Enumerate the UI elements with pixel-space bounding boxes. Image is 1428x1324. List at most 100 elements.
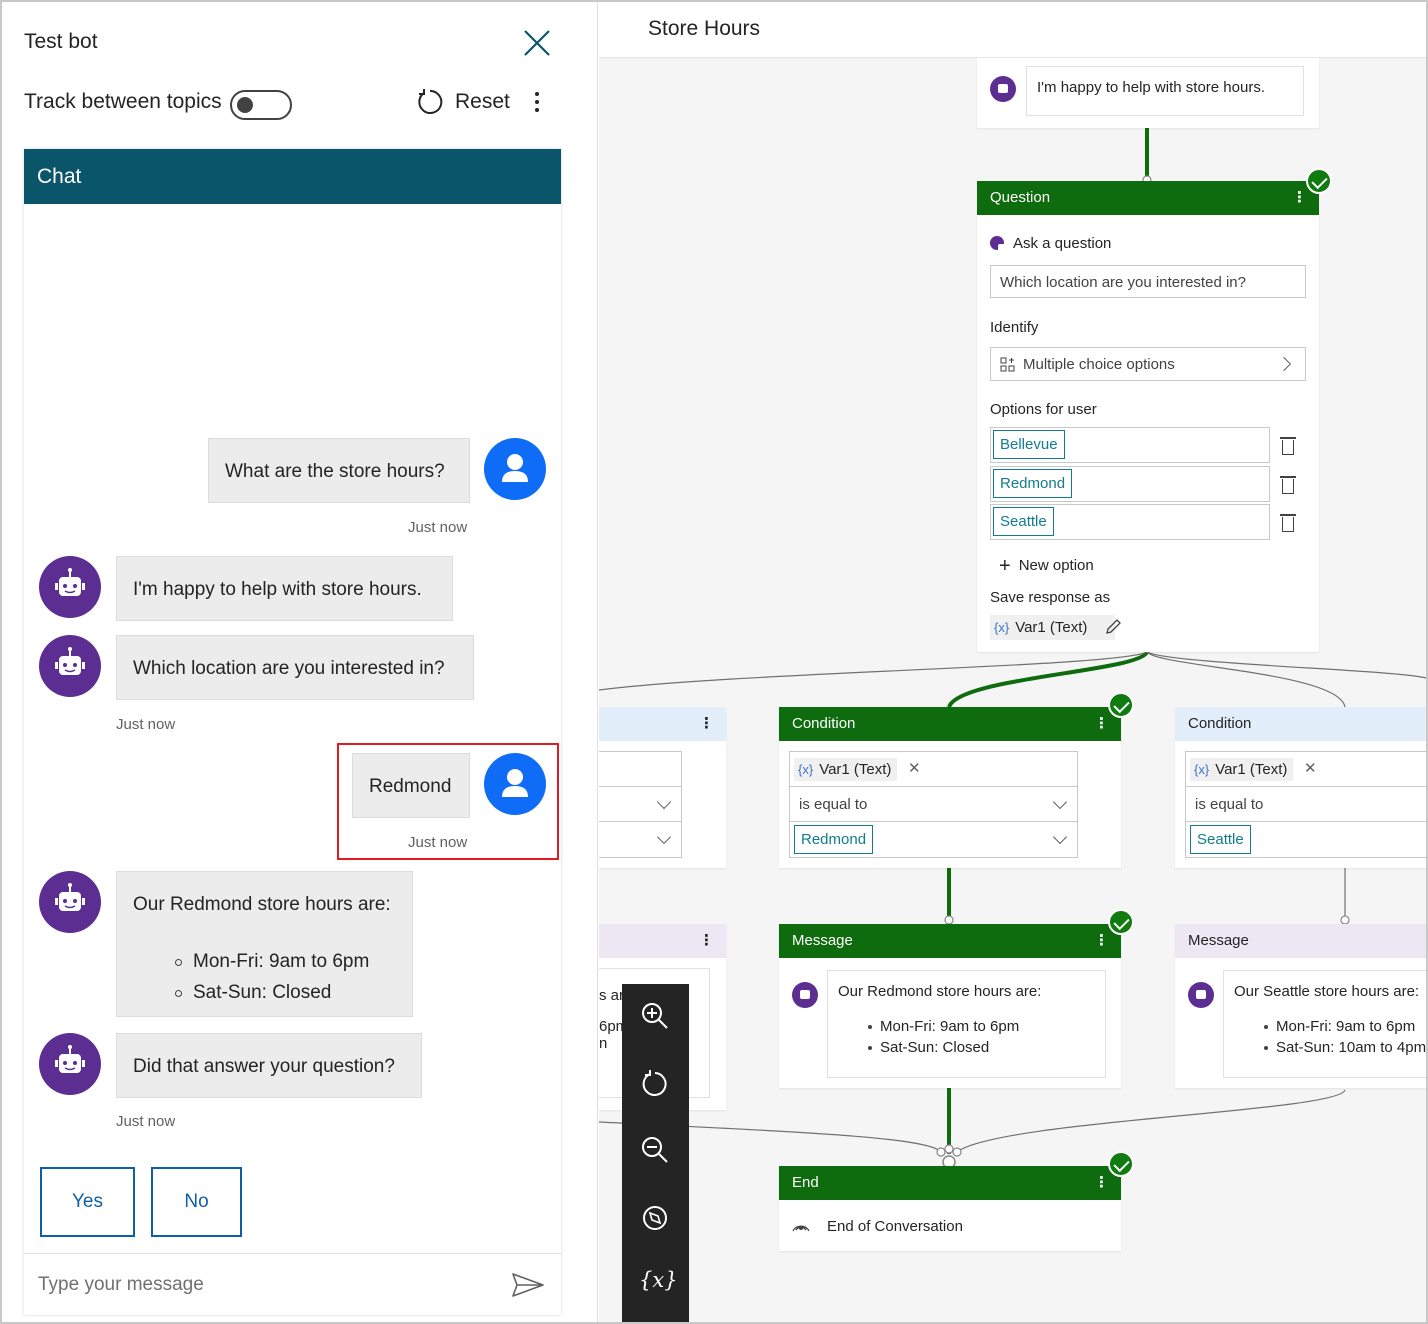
user-message-bubble: What are the store hours? <box>208 438 470 503</box>
hours-list: Mon-Fri: 9am to 6pm Sat-Sun: Closed <box>133 946 396 1008</box>
message-timestamp: Just now <box>116 1113 176 1130</box>
bot-icon <box>55 883 85 911</box>
variable-field[interactable]: {x} Var1 (Text) ✕ <box>789 751 1078 787</box>
message-timestamp: Just now <box>116 716 176 733</box>
toggle-knob <box>237 97 253 113</box>
entity-icon <box>1000 357 1015 372</box>
operator-select[interactable]: is equal to <box>789 786 1078 822</box>
variable-name: Var1 (Text) <box>1215 761 1288 778</box>
node-more-icon[interactable]: ⋮ <box>1094 931 1109 949</box>
variable-icon: {x} <box>798 762 814 777</box>
operator-select[interactable]: is equal to <box>1185 786 1426 822</box>
person-icon <box>502 769 528 797</box>
option-tag-redmond[interactable]: Redmond <box>993 469 1073 498</box>
save-variable-chip[interactable]: {x} Var1 (Text) <box>990 615 1116 640</box>
bot-avatar <box>39 635 101 697</box>
zoom-in-icon[interactable] <box>639 1000 671 1032</box>
identify-label: Identify <box>990 319 1039 336</box>
zoom-out-icon[interactable] <box>639 1134 671 1166</box>
delete-icon[interactable] <box>1280 476 1296 494</box>
remove-variable-icon[interactable]: ✕ <box>1304 759 1317 777</box>
bot-icon <box>55 1045 85 1073</box>
option-tag-seattle[interactable]: Seattle <box>993 507 1054 536</box>
variable-field[interactable] <box>599 751 682 787</box>
message-input[interactable] <box>38 1266 488 1304</box>
user-message-bubble: Redmond <box>352 753 470 818</box>
variable-icon: {x} <box>994 620 1010 635</box>
hours-list: Mon-Fri: 9am to 6pm Sat-Sun: 10am to 4pm <box>1234 1016 1426 1058</box>
identify-select[interactable]: Multiple choice options <box>990 347 1306 381</box>
new-option-button[interactable]: + New option <box>999 555 1094 578</box>
check-icon <box>1108 1151 1134 1177</box>
greeting-text: I'm happy to help with store hours. <box>1026 66 1304 116</box>
question-node-header: Question ⋮ <box>977 181 1319 215</box>
list-item: Sat-Sun: Closed <box>175 977 396 1008</box>
end-node[interactable]: End ⋮ End of Conversation <box>779 1166 1121 1251</box>
close-icon[interactable] <box>522 28 552 58</box>
message-node-seattle[interactable]: Message Our Seattle store hours are: Mon… <box>1175 924 1426 1088</box>
variables-button[interactable]: {x} <box>639 1268 678 1292</box>
identify-value: Multiple choice options <box>1023 356 1175 373</box>
edit-icon[interactable] <box>1104 618 1122 636</box>
message-node-header: ⋮ <box>599 924 726 958</box>
message-node-redmond[interactable]: Message ⋮ Our Redmond store hours are: M… <box>779 924 1121 1088</box>
condition-variable-chip: {x} Var1 (Text) <box>794 758 898 781</box>
track-topics-toggle[interactable] <box>230 90 292 120</box>
test-bot-title: Test bot <box>24 30 98 53</box>
node-more-icon[interactable]: ⋮ <box>699 931 714 949</box>
track-topics-label: Track between topics <box>24 90 222 113</box>
check-icon <box>1108 692 1134 718</box>
value-select[interactable]: Seattle <box>1185 821 1426 858</box>
greeting-message-node[interactable]: I'm happy to help with store hours. <box>977 58 1319 128</box>
variable-field[interactable]: {x} Var1 (Text) ✕ <box>1185 751 1426 787</box>
value-select[interactable]: Redmond <box>789 821 1078 858</box>
chat-header: Chat <box>24 149 561 204</box>
message-timestamp: Just now <box>408 519 468 536</box>
check-icon <box>1108 909 1134 935</box>
check-icon <box>1306 168 1332 194</box>
authoring-canvas[interactable]: I'm happy to help with store hours. Ques… <box>599 2 1426 1322</box>
message-node-header: Message ⋮ <box>779 924 1121 958</box>
value-select[interactable] <box>599 821 682 858</box>
message-node-header: Message <box>1175 924 1426 958</box>
node-more-icon[interactable]: ⋮ <box>1292 188 1307 206</box>
delete-icon[interactable] <box>1280 514 1296 532</box>
node-more-icon[interactable]: ⋮ <box>1094 1173 1109 1191</box>
authoring-canvas-pane: I'm happy to help with store hours. Ques… <box>599 2 1426 1322</box>
suggestion-yes-button[interactable]: Yes <box>40 1167 135 1237</box>
delete-icon[interactable] <box>1280 437 1296 455</box>
variable-name: Var1 (Text) <box>819 761 892 778</box>
list-item: Mon-Fri: 9am to 6pm <box>868 1016 1095 1037</box>
operator-select[interactable] <box>599 786 682 822</box>
question-node[interactable]: Question ⋮ Ask a question Which location… <box>977 181 1319 652</box>
message-text-box[interactable]: Our Redmond store hours are: Mon-Fri: 9a… <box>827 970 1106 1078</box>
node-more-icon[interactable]: ⋮ <box>699 714 714 732</box>
condition-node-seattle[interactable]: Condition {x} Var1 (Text) ✕ is equal to S… <box>1175 707 1426 868</box>
fit-to-view-icon[interactable] <box>639 1202 671 1234</box>
suggestion-no-button[interactable]: No <box>151 1167 242 1237</box>
chevron-right-icon <box>1276 356 1292 372</box>
value-tag: Redmond <box>794 825 874 854</box>
remove-variable-icon[interactable]: ✕ <box>908 759 921 777</box>
end-node-header: End ⋮ <box>779 1166 1121 1200</box>
send-icon[interactable] <box>510 1270 546 1300</box>
bot-icon <box>990 76 1016 102</box>
message-text-box[interactable]: Our Seattle store hours are: Mon-Fri: 9a… <box>1223 970 1426 1078</box>
reset-button[interactable]: Reset <box>455 90 510 114</box>
message-timestamp: Just now <box>408 834 468 851</box>
operator-value: is equal to <box>1195 796 1264 813</box>
bot-icon <box>55 647 85 675</box>
condition-node-bellevue-partial[interactable]: ⋮ <box>599 707 726 868</box>
bot-icon <box>990 236 1008 253</box>
condition-variable-chip: {x} Var1 (Text) <box>1190 758 1294 781</box>
node-title: Condition <box>1188 715 1252 732</box>
node-more-icon[interactable]: ⋮ <box>1094 714 1109 732</box>
bot-icon <box>792 982 818 1008</box>
reset-icon[interactable] <box>416 88 444 116</box>
option-tag-bellevue[interactable]: Bellevue <box>993 430 1065 459</box>
reset-view-icon[interactable] <box>639 1068 671 1100</box>
condition-node-header: Condition <box>1175 707 1426 741</box>
question-text-field[interactable]: Which location are you interested in? <box>990 265 1306 298</box>
more-options-icon[interactable] <box>526 88 548 116</box>
condition-node-redmond[interactable]: Condition ⋮ {x} Var1 (Text) ✕ is equal to… <box>779 707 1121 868</box>
